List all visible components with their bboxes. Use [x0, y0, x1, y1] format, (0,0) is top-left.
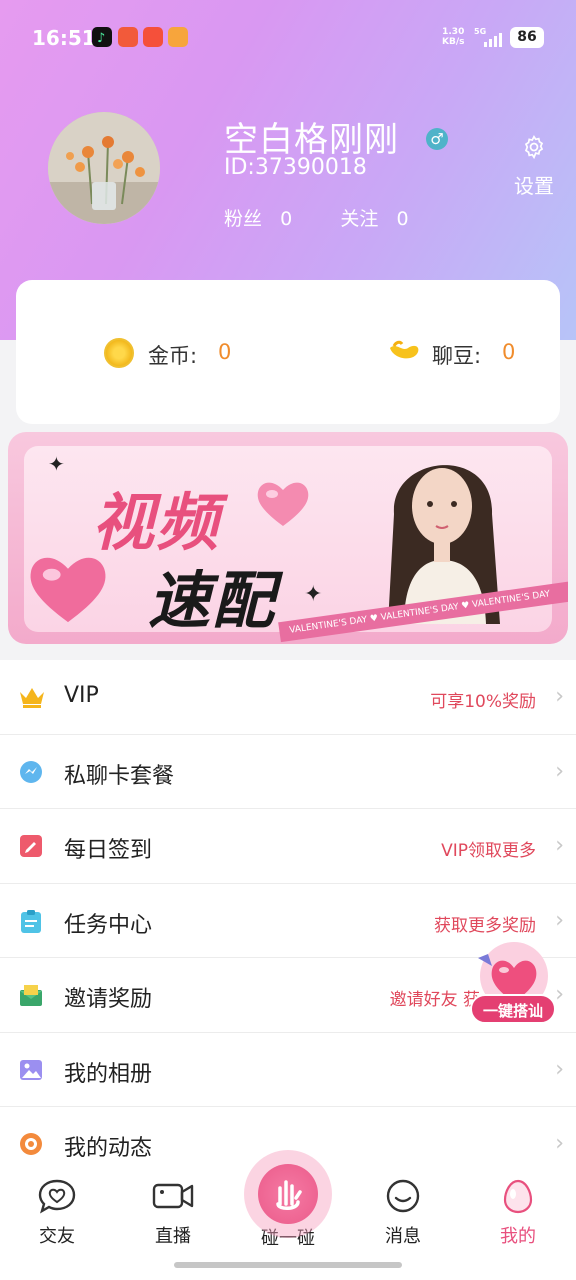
- banner-title-line2: 速配: [148, 564, 277, 637]
- nav-tab-messages[interactable]: 消息: [368, 1178, 438, 1248]
- svg-text:♪: ♪: [97, 31, 105, 46]
- smile-chat-icon: [383, 1179, 423, 1218]
- menu-item-chat-card[interactable]: 私聊卡套餐 ›: [0, 735, 576, 809]
- profile-menu-list: VIP 可享10%奖励 › 私聊卡套餐 › 每日签到 VIP领取更多 › 任务中…: [0, 660, 576, 1182]
- status-time: 16:51: [32, 26, 96, 50]
- match-center-button[interactable]: [244, 1150, 332, 1238]
- gold-coin-icon: [104, 338, 134, 368]
- heart-icon: [256, 478, 310, 532]
- menu-item-daily-checkin[interactable]: 每日签到 VIP领取更多 ›: [0, 809, 576, 884]
- home-indicator[interactable]: [174, 1262, 402, 1268]
- coin-value[interactable]: 0: [218, 340, 231, 364]
- quick-chat-float-button[interactable]: 一键搭讪: [470, 940, 556, 1026]
- video-match-banner[interactable]: ✦ ✦ 视频 速配 VALENTINE'S DAY ♥ VALENTINE'S …: [8, 432, 568, 644]
- avatar[interactable]: [48, 112, 160, 224]
- following-stat[interactable]: 关注 0: [340, 204, 408, 231]
- shopping-app-icon: [118, 27, 138, 47]
- sparkle-icon: ✦: [48, 452, 65, 476]
- nav-tab-friends[interactable]: 交友: [22, 1178, 92, 1248]
- menu-item-vip[interactable]: VIP 可享10%奖励 ›: [0, 660, 576, 735]
- battery-indicator: 86: [510, 27, 544, 48]
- fans-stat[interactable]: 粉丝 0: [224, 204, 292, 231]
- checkin-icon: [18, 833, 44, 859]
- bean-label: 聊豆:: [432, 344, 482, 368]
- nav-tab-mine[interactable]: 我的: [483, 1178, 553, 1248]
- egg-icon: [498, 1179, 538, 1218]
- coin-label: 金币:: [148, 344, 198, 368]
- video-camera-icon: [151, 1183, 195, 1218]
- chevron-right-icon: ›: [555, 833, 564, 858]
- crown-icon: [18, 684, 44, 710]
- wallet-card: 金币: 0 聊豆: 0: [16, 280, 560, 424]
- chat-drop-icon: [18, 759, 44, 785]
- sparkle-icon: ✦: [304, 582, 323, 607]
- settings-button[interactable]: 设置: [508, 134, 560, 199]
- user-id: ID:37390018: [224, 155, 367, 180]
- nickname: 空白格刚刚: [224, 120, 399, 160]
- nav-tab-match[interactable]: 碰一碰: [244, 1150, 332, 1250]
- chevron-right-icon: ›: [555, 758, 564, 784]
- chevron-right-icon: ›: [555, 1056, 564, 1082]
- bean-value[interactable]: 0: [502, 340, 515, 364]
- banner-title-line1: 视频: [92, 486, 221, 559]
- status-bar: 16:51 ♪ 1.30 KB/s 5G 86: [0, 0, 576, 76]
- menu-item-my-album[interactable]: 我的相册 ›: [0, 1033, 576, 1107]
- chevron-right-icon: ›: [555, 982, 564, 1007]
- heart-app-icon: [168, 27, 188, 47]
- network-speed: 1.30 KB/s: [442, 27, 465, 47]
- nav-tab-live[interactable]: 直播: [138, 1178, 208, 1248]
- quick-chat-label: 一键搭讪: [470, 994, 556, 1024]
- heart-icon: [28, 550, 108, 630]
- target-icon: [18, 1131, 44, 1157]
- signal-icon: 5G: [474, 27, 504, 47]
- heart-chat-icon: [37, 1179, 77, 1218]
- chevron-right-icon: ›: [555, 907, 564, 933]
- chevron-right-icon: ›: [555, 684, 564, 709]
- gear-icon: [521, 135, 547, 164]
- music-app-icon: ♪: [92, 27, 112, 47]
- follow-stats: 粉丝 0 关注 0: [224, 204, 409, 231]
- video-app-icon: [143, 27, 163, 47]
- clipboard-icon: [18, 908, 44, 934]
- male-gender-icon: ♂: [426, 128, 448, 150]
- settings-label: 设置: [514, 174, 554, 198]
- photo-icon: [18, 1057, 44, 1083]
- bean-icon: [388, 338, 420, 364]
- chevron-right-icon: ›: [555, 1131, 564, 1156]
- envelope-icon: [18, 982, 44, 1008]
